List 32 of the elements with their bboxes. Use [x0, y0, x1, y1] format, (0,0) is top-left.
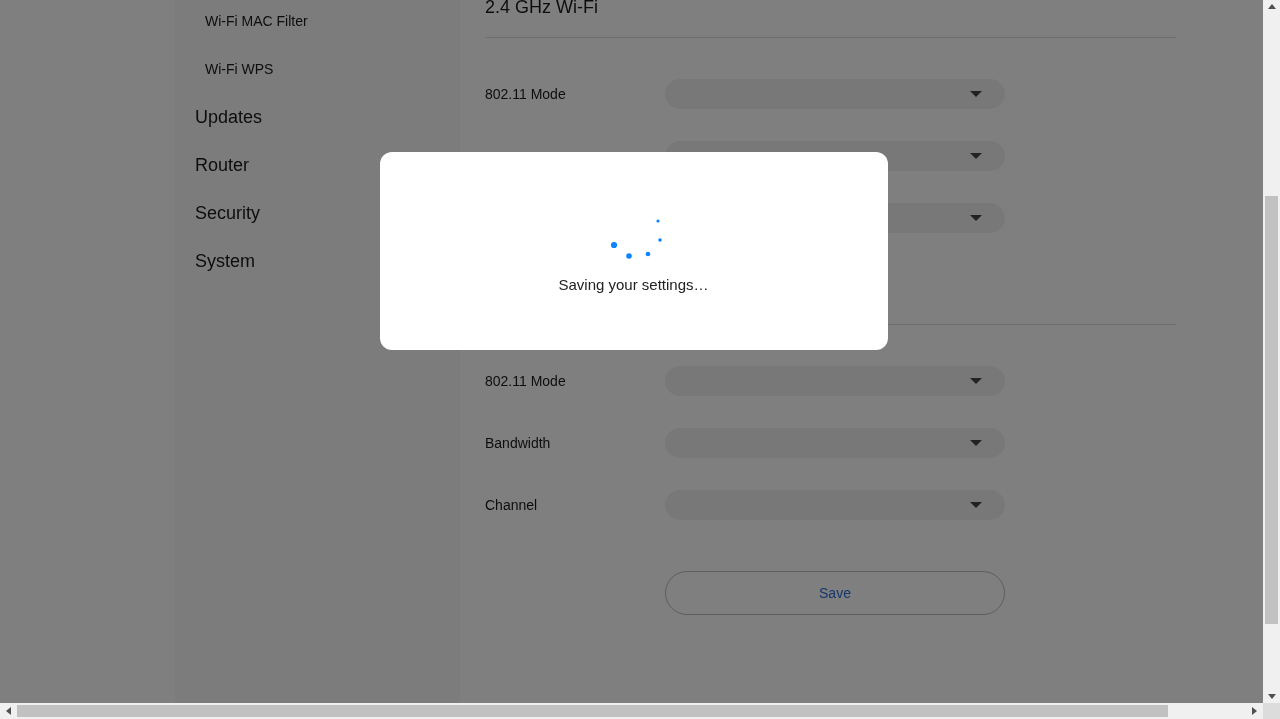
field-label: 802.11 Mode: [485, 373, 567, 389]
caret-icon: [970, 502, 982, 508]
field-label: Channel: [485, 497, 539, 513]
sidebar-item[interactable]: Router: [175, 141, 250, 189]
scrollbar-thumb[interactable]: [17, 705, 1168, 717]
sidebar-item[interactable]: System: [175, 237, 255, 285]
scroll-right-arrow-icon[interactable]: [1252, 707, 1257, 715]
sidebar-item[interactable]: Security: [175, 189, 261, 237]
saving-message: Saving your settings…: [558, 276, 709, 293]
field-label: 802.11 Mode: [485, 86, 567, 102]
caret-icon: [970, 440, 982, 446]
dropdown-field[interactable]: [665, 428, 1005, 458]
scrollbar-corner: [1263, 703, 1280, 719]
sidebar-item[interactable]: Wi-Fi MAC Filter: [175, 0, 308, 45]
sidebar-item[interactable]: Updates: [175, 93, 263, 141]
caret-icon: [970, 378, 982, 384]
caret-icon: [970, 91, 982, 97]
dropdown-field[interactable]: [665, 79, 1005, 109]
caret-icon: [970, 215, 982, 221]
vertical-scrollbar[interactable]: [1263, 0, 1280, 703]
field-label: Bandwidth: [485, 435, 552, 451]
dropdown-field[interactable]: [665, 366, 1005, 396]
save-button[interactable]: Save: [665, 571, 1005, 615]
horizontal-scrollbar[interactable]: [0, 703, 1263, 719]
dropdown-field[interactable]: [665, 490, 1005, 520]
section-title: 2.4 GHz Wi-Fi: [485, 0, 1176, 38]
caret-icon: [970, 153, 982, 159]
sidebar-item[interactable]: Wi-Fi WPS: [175, 45, 274, 93]
scrollbar-thumb[interactable]: [1265, 196, 1278, 624]
scroll-left-arrow-icon[interactable]: [6, 707, 11, 715]
scroll-up-arrow-icon[interactable]: [1267, 4, 1276, 9]
scroll-down-arrow-icon[interactable]: [1267, 694, 1276, 699]
